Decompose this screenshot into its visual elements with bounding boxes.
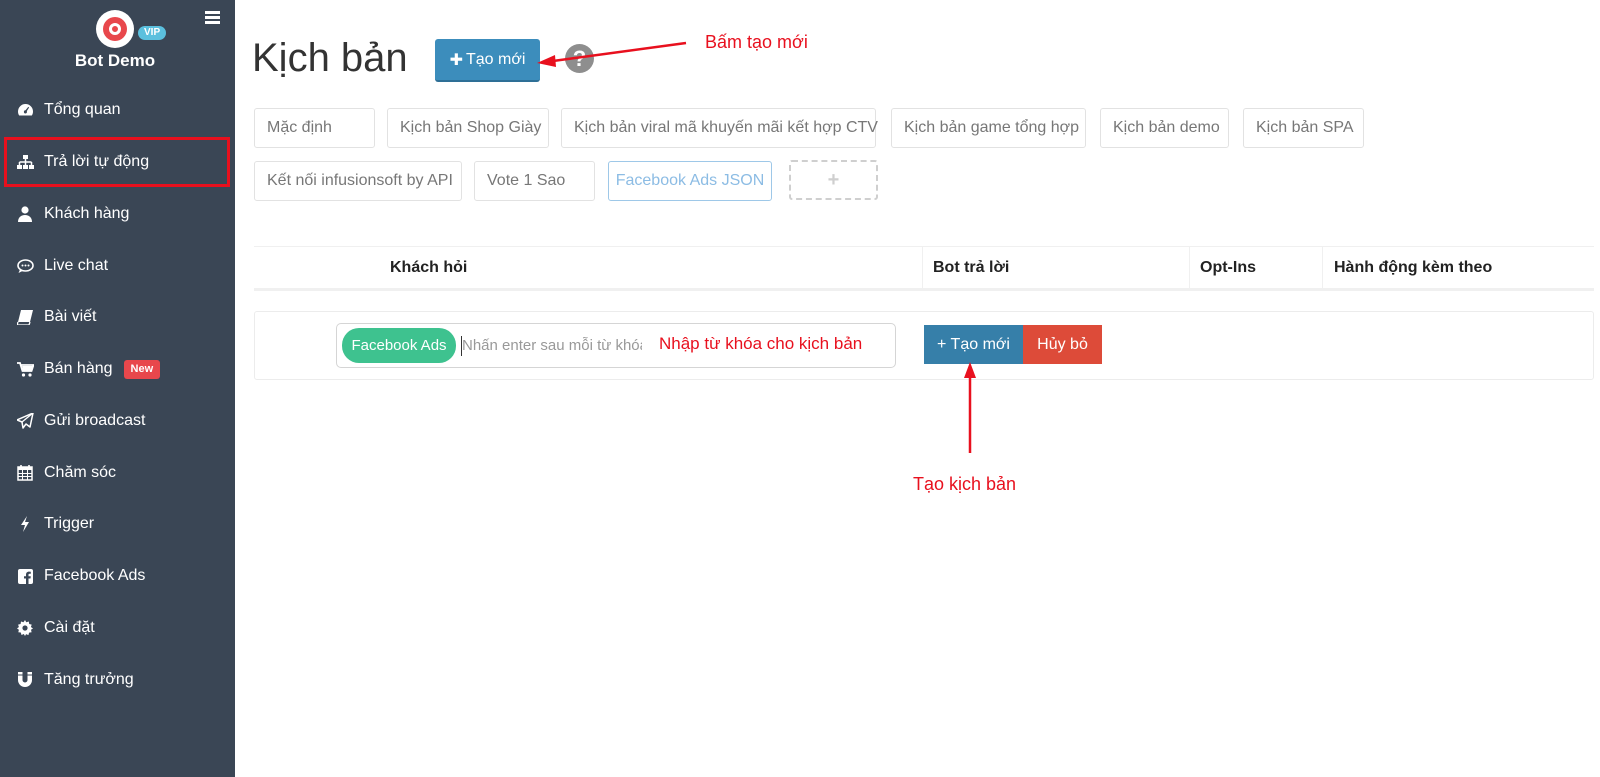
vip-badge: VIP (138, 26, 167, 40)
page-title: Kịch bản (252, 36, 408, 80)
keyword-tag[interactable]: Facebook Ads (342, 328, 456, 363)
sidebar-item-tong-quan[interactable]: Tổng quan (0, 85, 235, 135)
sidebar-item-label: Bán hàng (44, 360, 113, 377)
tab-spa[interactable]: Kịch bản SPA (1243, 108, 1364, 148)
tab-shop-giay[interactable]: Kịch bản Shop Giày (387, 108, 549, 148)
sidebar-item-gui-broadcast[interactable]: Gửi broadcast (0, 396, 235, 446)
gear-icon (16, 619, 34, 637)
sidebar-item-tra-loi-tu-dong[interactable]: Trả lời tự động (4, 137, 230, 187)
keyword-input[interactable] (462, 328, 642, 363)
sidebar-item-label: Live chat (44, 257, 109, 274)
sidebar-item-facebook-ads[interactable]: Facebook Ads (0, 551, 235, 601)
menu-toggle-icon[interactable] (205, 11, 220, 24)
sidebar-item-cai-dat[interactable]: Cài đặt (0, 603, 235, 653)
bolt-icon (16, 515, 34, 533)
create-row-button[interactable]: + Tạo mới (924, 325, 1023, 364)
dashboard-icon (16, 101, 34, 119)
sidebar-item-label: Cài đặt (44, 619, 95, 636)
sidebar-item-khach-hang[interactable]: Khách hàng (0, 189, 235, 239)
column-opt-ins: Opt-Ins (1200, 259, 1256, 276)
calendar-icon (16, 464, 34, 482)
sidebar-item-label: Khách hàng (44, 205, 130, 222)
tab-demo[interactable]: Kịch bản demo (1100, 108, 1229, 148)
sidebar-item-label: Facebook Ads (44, 567, 146, 584)
bot-name: Bot Demo (74, 51, 156, 70)
column-khach-hoi: Khách hỏi (390, 259, 468, 276)
annotation-bottom: Tạo kịch bản (913, 474, 1017, 494)
brand: VIP Bot Demo (0, 0, 235, 80)
tab-infusionsoft[interactable]: Kết nối infusionsoft by API (254, 161, 462, 201)
tab-game-tong-hop[interactable]: Kịch bản game tổng hợp (891, 108, 1086, 148)
help-icon[interactable]: ? (565, 44, 594, 73)
column-hanh-dong: Hành động kèm theo (1334, 259, 1493, 276)
magnet-icon (16, 671, 34, 689)
sidebar-item-trigger[interactable]: Trigger (0, 499, 235, 549)
annotation-keyword: Nhập từ khóa cho kịch bản (659, 334, 863, 353)
chat-icon (16, 257, 34, 275)
send-icon (16, 412, 34, 430)
sidebar-item-label: Trả lời tự động (44, 153, 150, 170)
sidebar-item-cham-soc[interactable]: Chăm sóc (0, 448, 235, 498)
tab-mac-dinh[interactable]: Mặc định (254, 108, 375, 148)
sidebar-item-label: Tăng trưởng (44, 671, 134, 688)
sidebar-item-label: Chăm sóc (44, 464, 117, 481)
cancel-button[interactable]: Hủy bỏ (1023, 325, 1102, 364)
sidebar: VIP Bot Demo Tổng quan Trả lời tự động K… (0, 0, 235, 777)
table-header: Khách hỏi Bot trả lời Opt-Ins Hành động … (254, 246, 1594, 291)
sidebar-item-label: Bài viết (44, 308, 97, 325)
book-icon (16, 308, 34, 326)
sitemap-icon (16, 153, 34, 171)
annotation-top: Bấm tạo mới (705, 32, 808, 52)
bot-logo (96, 10, 134, 48)
new-badge: New (123, 359, 161, 379)
tab-viral-ctv[interactable]: Kịch bản viral mã khuyến mãi kết hợp CTV (561, 108, 878, 148)
sidebar-item-tang-truong[interactable]: Tăng trưởng (0, 655, 235, 705)
column-bot-tra-loi: Bot trả lời (933, 259, 1010, 276)
sidebar-item-label: Tổng quan (44, 101, 121, 118)
create-script-label: Tạo mới (466, 50, 526, 68)
sidebar-item-bai-viet[interactable]: Bài viết (0, 292, 235, 342)
cart-icon (16, 360, 34, 378)
sidebar-item-label: Gửi broadcast (44, 412, 146, 429)
plus-icon: ✚ (449, 51, 463, 69)
sidebar-item-ban-hang[interactable]: Bán hàng New (0, 344, 235, 394)
tab-facebook-ads-json[interactable]: Facebook Ads JSON (608, 161, 772, 201)
sidebar-item-live-chat[interactable]: Live chat (0, 241, 235, 291)
add-tab-button[interactable]: + (789, 160, 878, 200)
facebook-icon (16, 567, 34, 585)
tab-vote-1-sao[interactable]: Vote 1 Sao (474, 161, 595, 201)
user-icon (16, 205, 34, 223)
create-script-button[interactable]: ✚ Tạo mới (435, 39, 540, 82)
sidebar-item-label: Trigger (44, 515, 95, 532)
